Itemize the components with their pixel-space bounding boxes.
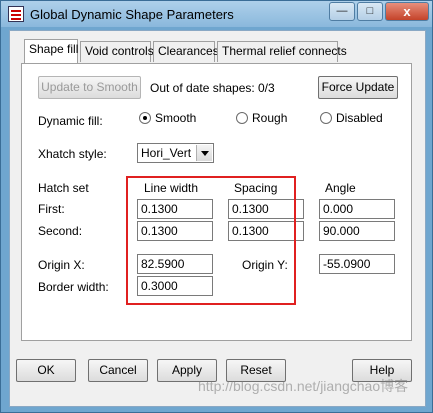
first-label: First: <box>38 202 65 216</box>
maximize-button[interactable]: □ <box>357 2 383 21</box>
tab-clearances[interactable]: Clearances <box>153 41 219 62</box>
second-angle-input[interactable]: 90.000 <box>319 221 395 241</box>
window-title: Global Dynamic Shape Parameters <box>30 7 234 22</box>
tab-thermal-relief-connects[interactable]: Thermal relief connects <box>217 41 347 62</box>
origin-x-label: Origin X: <box>38 258 85 272</box>
force-update-button[interactable]: Force Update <box>318 76 398 99</box>
tab-void-controls[interactable]: Void controls <box>80 41 154 62</box>
app-icon <box>8 6 24 22</box>
second-label: Second: <box>38 224 83 238</box>
first-angle-input[interactable]: 0.000 <box>319 199 395 219</box>
watermark-text: http://blog.csdn.net/jiangchao博客 <box>198 378 409 394</box>
update-to-smooth-button[interactable]: Update to Smooth <box>38 76 141 99</box>
close-button[interactable]: x <box>385 2 429 21</box>
xhatch-style-value: Hori_Vert <box>141 146 192 160</box>
ok-button[interactable]: OK <box>16 359 76 382</box>
out-of-date-label: Out of date shapes: <box>150 81 255 95</box>
minimize-button[interactable]: — <box>329 2 355 21</box>
smooth-radio[interactable] <box>139 112 151 124</box>
rough-radio[interactable] <box>236 112 248 124</box>
rough-radio-label[interactable]: Rough <box>252 111 287 125</box>
title-bar[interactable]: Global Dynamic Shape Parameters — □ x <box>1 1 432 27</box>
xhatch-style-label: Xhatch style: <box>38 147 107 161</box>
disabled-radio[interactable] <box>320 112 332 124</box>
border-width-label: Border width: <box>38 280 109 294</box>
highlight-annotation-box <box>126 176 296 305</box>
angle-header: Angle <box>325 181 356 195</box>
hatch-set-label: Hatch set <box>38 181 89 195</box>
tab-shape-fill[interactable]: Shape fill <box>24 39 78 63</box>
out-of-date-value: 0/3 <box>258 81 275 95</box>
xhatch-style-dropdown[interactable]: Hori_Vert <box>137 143 214 163</box>
chevron-down-icon[interactable] <box>196 145 212 161</box>
cancel-button[interactable]: Cancel <box>88 359 148 382</box>
origin-y-input[interactable]: -55.0900 <box>319 254 395 274</box>
dynamic-fill-label: Dynamic fill: <box>38 114 103 128</box>
smooth-radio-label[interactable]: Smooth <box>155 111 196 125</box>
disabled-radio-label[interactable]: Disabled <box>336 111 383 125</box>
